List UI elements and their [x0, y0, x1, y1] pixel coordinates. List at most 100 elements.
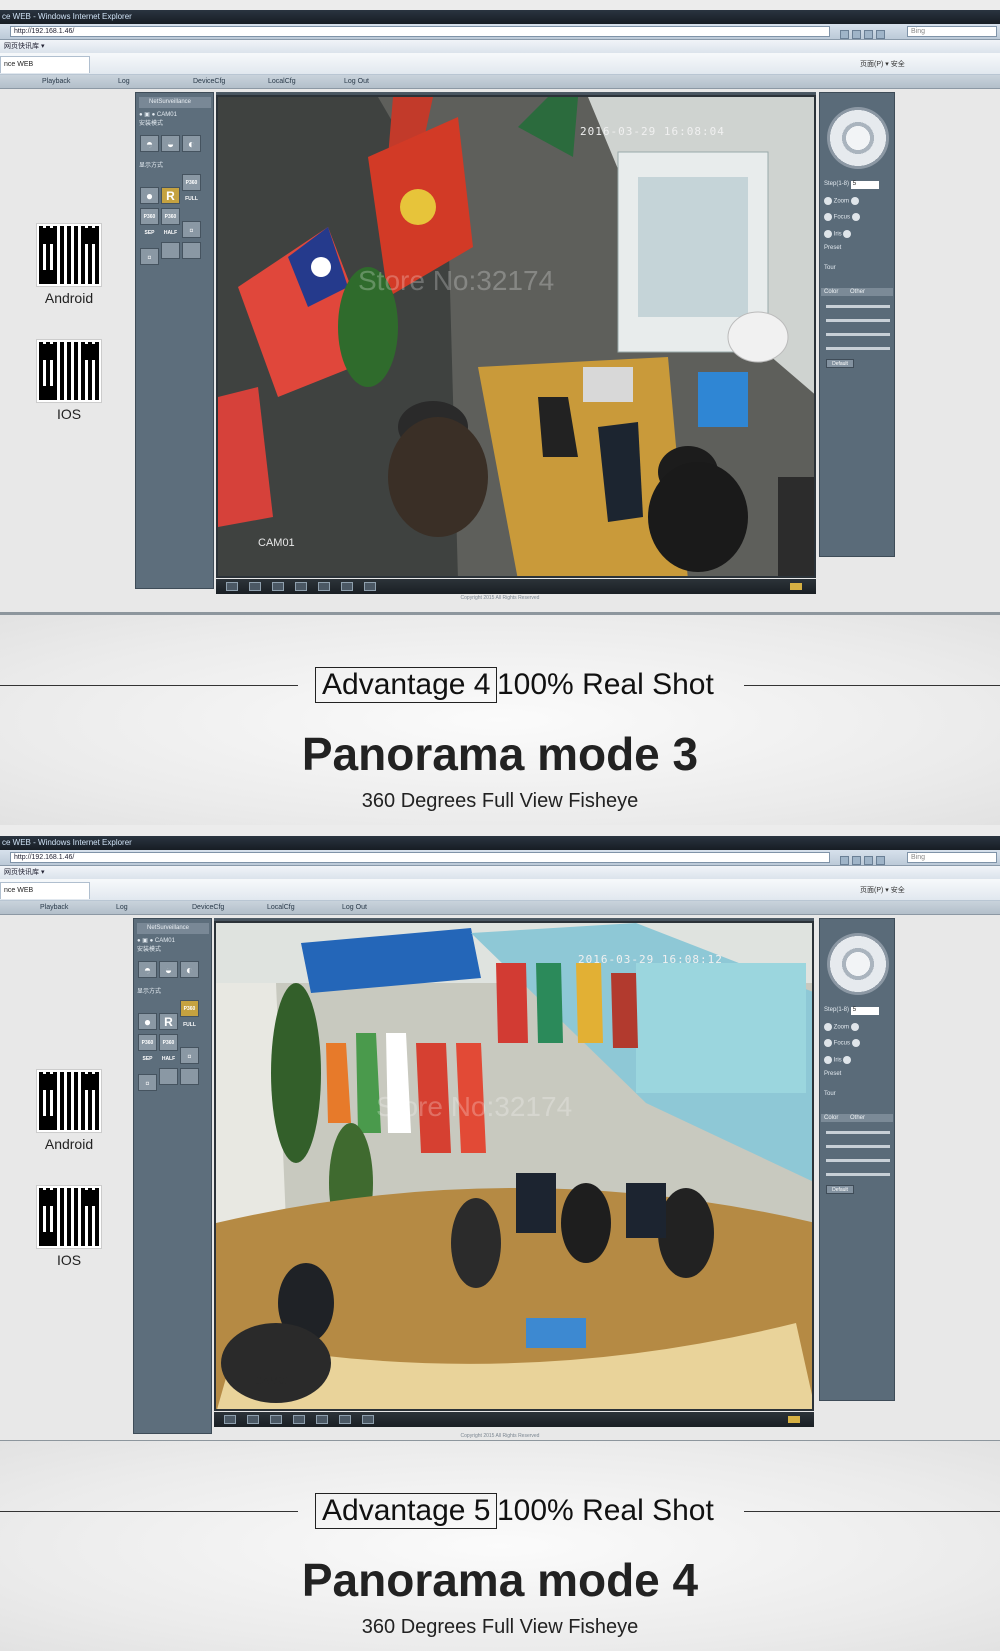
original-view-button[interactable]: ●	[138, 1013, 157, 1030]
iris-open-icon[interactable]	[824, 1056, 832, 1064]
zoom-in-icon[interactable]	[824, 1023, 832, 1031]
menu-localcfg[interactable]: LocalCfg	[268, 75, 296, 89]
focus-near-icon[interactable]	[824, 213, 832, 221]
fullscreen-icon[interactable]	[224, 1415, 236, 1424]
window-icon[interactable]	[249, 582, 261, 591]
menu-logout[interactable]: Log Out	[342, 901, 367, 915]
default-button[interactable]: Default	[826, 1185, 854, 1194]
saturation-slider[interactable]	[826, 1159, 890, 1162]
video-feed[interactable]: 2016-03-29 16:08:04 CAM01 Store No:32174	[216, 95, 816, 578]
snapshot-icon[interactable]	[293, 1415, 305, 1424]
desk-mount-button[interactable]: ◒	[159, 961, 178, 978]
video-feed[interactable]: 2016-03-29 16:08:12 CAM01 Store No:32174	[214, 921, 814, 1411]
mode-p360-sep-button[interactable]: P360 SEP	[138, 1034, 157, 1062]
wall-mount-button[interactable]: ◐	[180, 961, 199, 978]
stop-icon[interactable]	[852, 856, 861, 865]
address-input[interactable]: http://192.168.1.46/	[10, 26, 830, 37]
browser-tab[interactable]: nce WEB	[0, 882, 90, 899]
record-icon[interactable]	[272, 582, 284, 591]
audio-icon[interactable]	[341, 582, 353, 591]
tools-menu[interactable]: 页面(P) ▾ 安全	[860, 59, 905, 69]
wall-mount-button[interactable]: ◐	[182, 135, 201, 152]
talk-icon[interactable]	[364, 582, 376, 591]
tab-color[interactable]: Color	[824, 289, 838, 295]
original-view-button[interactable]: ●	[140, 187, 159, 204]
audio-icon[interactable]	[339, 1415, 351, 1424]
mode-p360-half-button[interactable]: P360 HALF	[161, 208, 180, 236]
menu-localcfg[interactable]: LocalCfg	[267, 901, 295, 915]
menu-devicecfg[interactable]: DeviceCfg	[192, 901, 224, 915]
browser-tab[interactable]: nce WEB	[0, 56, 90, 73]
default-button[interactable]: Default	[826, 359, 854, 368]
camera-selector[interactable]: ● ▣ ● CAM01 安装模式	[137, 937, 175, 953]
menu-playback[interactable]: Playback	[40, 901, 68, 915]
mode-blank-button[interactable]	[159, 1068, 178, 1085]
menu-log[interactable]: Log	[116, 901, 128, 915]
mode-p360-full-button[interactable]: P360 FULL	[182, 174, 201, 202]
focus-far-icon[interactable]	[851, 1039, 860, 1047]
mode-r-button[interactable]: R	[161, 187, 180, 204]
record-icon[interactable]	[270, 1415, 282, 1424]
iris-open-icon[interactable]	[824, 230, 832, 238]
saturation-slider[interactable]	[826, 333, 890, 336]
zoom-in-icon[interactable]	[824, 197, 832, 205]
close-icon[interactable]	[876, 856, 885, 865]
contrast-slider[interactable]	[826, 319, 890, 322]
focus-far-icon[interactable]	[851, 213, 860, 221]
menu-logout[interactable]: Log Out	[344, 75, 369, 89]
mode-r-button[interactable]: R	[159, 1013, 178, 1030]
mode-p360-full-button[interactable]: P360 FULL	[180, 1000, 199, 1028]
zoom-out-icon[interactable]	[850, 1023, 859, 1031]
refresh-icon[interactable]	[840, 30, 849, 39]
window-icon[interactable]	[247, 1415, 259, 1424]
ptz-direction-pad[interactable]	[827, 107, 889, 169]
favorites-bar[interactable]: 网页快讯库 ▾	[0, 866, 1000, 879]
mode-extra-button[interactable]: ▫	[182, 221, 201, 238]
ceiling-mount-button[interactable]: ◓	[138, 961, 157, 978]
talk-icon[interactable]	[362, 1415, 374, 1424]
menu-playback[interactable]: Playback	[42, 75, 70, 89]
mode-p360-sep-button[interactable]: P360 SEP	[140, 208, 159, 236]
hue-slider[interactable]	[826, 347, 890, 350]
camera-selector[interactable]: ● ▣ ● CAM01 安装模式	[139, 111, 177, 127]
fullscreen-icon[interactable]	[226, 582, 238, 591]
step-select[interactable]: 5	[850, 1007, 879, 1015]
mode-extra-button[interactable]: ▫	[180, 1047, 199, 1064]
tab-other[interactable]: Other	[850, 1115, 865, 1121]
brightness-slider[interactable]	[826, 1131, 890, 1134]
compat-icon[interactable]	[864, 856, 873, 865]
brightness-slider[interactable]	[826, 305, 890, 308]
address-input[interactable]: http://192.168.1.46/	[10, 852, 830, 863]
stop-icon[interactable]	[852, 30, 861, 39]
desk-mount-button[interactable]: ◒	[161, 135, 180, 152]
compat-icon[interactable]	[864, 30, 873, 39]
speaker-icon[interactable]	[788, 1416, 800, 1423]
search-input[interactable]: Bing	[907, 852, 997, 863]
close-icon[interactable]	[876, 30, 885, 39]
menu-devicecfg[interactable]: DeviceCfg	[193, 75, 225, 89]
tab-other[interactable]: Other	[850, 289, 865, 295]
speaker-icon[interactable]	[790, 583, 802, 590]
zoom-out-icon[interactable]	[850, 197, 859, 205]
menu-log[interactable]: Log	[118, 75, 130, 89]
playback-icon[interactable]	[318, 582, 330, 591]
refresh-icon[interactable]	[840, 856, 849, 865]
tab-color[interactable]: Color	[824, 1115, 838, 1121]
mode-blank-button[interactable]	[180, 1068, 199, 1085]
contrast-slider[interactable]	[826, 1145, 890, 1148]
iris-close-icon[interactable]	[843, 230, 852, 238]
mode-split-button[interactable]: ▫	[138, 1074, 157, 1091]
playback-icon[interactable]	[316, 1415, 328, 1424]
mode-split-button[interactable]: ▫	[140, 248, 159, 265]
search-input[interactable]: Bing	[907, 26, 997, 37]
hue-slider[interactable]	[826, 1173, 890, 1176]
tools-menu[interactable]: 页面(P) ▾ 安全	[860, 885, 905, 895]
focus-near-icon[interactable]	[824, 1039, 832, 1047]
snapshot-icon[interactable]	[295, 582, 307, 591]
iris-close-icon[interactable]	[843, 1056, 852, 1064]
mode-p360-half-button[interactable]: P360 HALF	[159, 1034, 178, 1062]
favorites-bar[interactable]: 网页快讯库 ▾	[0, 40, 1000, 53]
ceiling-mount-button[interactable]: ◓	[140, 135, 159, 152]
mode-blank-button[interactable]	[182, 242, 201, 259]
ptz-direction-pad[interactable]	[827, 933, 889, 995]
